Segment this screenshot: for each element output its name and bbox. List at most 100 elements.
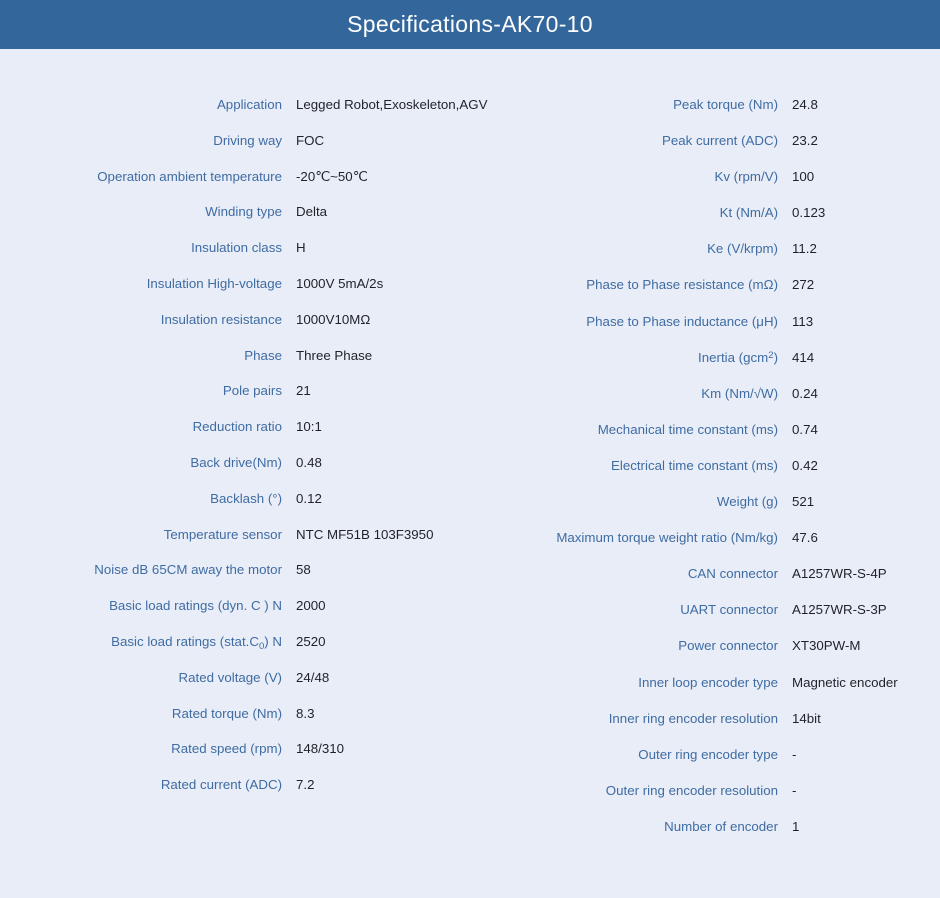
spec-row: UART connector A1257WR-S-3P — [480, 602, 940, 638]
spec-value: 47.6 — [792, 530, 818, 546]
page-title: Specifications-AK70-10 — [347, 11, 593, 37]
spec-row: Inertia (gcm2) 414 — [480, 350, 940, 386]
spec-row: Back drive(Nm) 0.48 — [0, 455, 480, 491]
spec-label: Operation ambient temperature — [97, 168, 282, 184]
specifications-page: Specifications-AK70-10 Application Legged… — [0, 0, 940, 898]
spec-label: Application — [216, 97, 282, 112]
spec-label: Mechanical time constant (ms) — [597, 421, 778, 437]
spec-label: Kt (Nm/A) — [719, 205, 778, 221]
spec-value: -20℃~50℃ — [296, 168, 368, 184]
spec-row: Number of encoder 1 — [480, 819, 940, 855]
spec-row: Power connector XT30PW-M — [480, 638, 940, 674]
spec-value: 23.2 — [792, 133, 818, 149]
spec-label: Winding type — [205, 204, 282, 220]
spec-label: Inertia (gcm2) — [698, 349, 778, 365]
spec-value: - — [792, 782, 797, 798]
spec-value: Legged Robot,Exoskeleton,AGV — [296, 97, 488, 112]
spec-row: Peak current (ADC) 23.2 — [480, 133, 940, 169]
spec-value: 2000 — [296, 598, 326, 614]
spec-label: CAN connector — [687, 566, 778, 582]
spec-value: A1257WR-S-4P — [792, 566, 887, 582]
spec-row: Rated speed (rpm) 148/310 — [0, 741, 480, 777]
specifications-table: Application Legged Robot,Exoskeleton,AGV D… — [0, 49, 940, 898]
spec-label: Back drive(Nm) — [190, 454, 282, 470]
spec-value: 2520 — [296, 633, 326, 649]
spec-label: Inner ring encoder resolution — [608, 710, 778, 726]
spec-label: Rated current (ADC) — [160, 777, 282, 793]
spec-label: Pole pairs — [222, 383, 282, 399]
spec-value: 10:1 — [296, 419, 322, 435]
spec-label: Outer ring encoder type — [638, 746, 778, 762]
spec-row: Backlash (°) 0.12 — [0, 491, 480, 527]
spec-value: - — [792, 746, 797, 762]
spec-value: NTC MF51B 103F3950 — [296, 526, 434, 542]
spec-row: Winding type Delta — [0, 204, 480, 240]
spec-row: Phase to Phase resistance (mΩ) 272 — [480, 277, 940, 313]
spec-row: Application Legged Robot,Exoskeleton,AGV — [0, 97, 488, 133]
spec-value: 1000V 5mA/2s — [296, 275, 384, 291]
spec-label: Rated speed (rpm) — [171, 741, 282, 757]
spec-row: Rated torque (Nm) 8.3 — [0, 706, 480, 742]
spec-row: Phase Three Phase — [0, 348, 480, 384]
spec-row: Outer ring encoder type - — [480, 747, 940, 783]
spec-label: Rated voltage (V) — [178, 669, 282, 685]
spec-value: 1000V10MΩ — [296, 311, 371, 327]
spec-row: Peak torque (Nm) 24.8 — [480, 97, 940, 133]
spec-label: Temperature sensor — [163, 526, 282, 542]
spec-value: Magnetic encoder — [792, 674, 898, 690]
spec-value: 58 — [296, 562, 311, 578]
spec-label: Phase to Phase resistance (mΩ) — [586, 277, 778, 293]
spec-row: Rated current (ADC) 7.2 — [0, 777, 480, 813]
spec-label: Maximum torque weight ratio (Nm/kg) — [556, 530, 778, 546]
spec-value: 8.3 — [296, 705, 315, 721]
spec-row: Noise dB 65CM away the motor 58 — [0, 562, 480, 598]
spec-label: UART connector — [680, 602, 778, 618]
spec-label: Outer ring encoder resolution — [605, 782, 778, 798]
spec-value: 414 — [792, 349, 815, 365]
spec-label: Km (Nm/√W) — [701, 385, 778, 401]
spec-value: 21 — [296, 383, 311, 399]
spec-row: CAN connector A1257WR-S-4P — [480, 566, 940, 602]
spec-row: Kv (rpm/V) 100 — [480, 169, 940, 205]
spec-value: 14bit — [792, 710, 821, 726]
spec-row: Basic load ratings (dyn. C ) N 2000 — [0, 598, 480, 634]
spec-label: Inner loop encoder type — [638, 674, 778, 690]
spec-label: Backlash (°) — [210, 490, 282, 506]
spec-row: Temperature sensor NTC MF51B 103F3950 — [0, 527, 480, 563]
spec-row: Ke (V/krpm) 11.2 — [480, 241, 940, 277]
spec-row: Kt (Nm/A) 0.123 — [480, 205, 940, 241]
spec-label: Power connector — [678, 638, 778, 654]
spec-value: Three Phase — [296, 347, 373, 363]
spec-row: Km (Nm/√W) 0.24 — [480, 386, 940, 422]
spec-value: 148/310 — [296, 741, 345, 757]
spec-row: Basic load ratings (stat.C0) N 2520 — [0, 634, 480, 670]
spec-label: Driving way — [213, 132, 282, 148]
spec-label: Ke (V/krpm) — [707, 241, 778, 257]
spec-value: 0.74 — [792, 421, 818, 437]
spec-label: Insulation High-voltage — [146, 275, 282, 291]
spec-value: 11.2 — [792, 241, 817, 257]
spec-value: XT30PW-M — [792, 638, 861, 654]
spec-row: Mechanical time constant (ms) 0.74 — [480, 422, 940, 458]
right-spec-column: Peak torque (Nm) 24.8 Peak current (ADC) 23… — [480, 97, 940, 898]
spec-row: Outer ring encoder resolution - — [480, 783, 940, 819]
spec-value: 521 — [792, 494, 815, 510]
spec-row: Inner ring encoder resolution 14bit — [480, 711, 940, 747]
spec-label: Insulation class — [191, 240, 282, 256]
spec-value: 0.42 — [792, 457, 818, 473]
spec-label: Kv (rpm/V) — [714, 169, 778, 185]
spec-row: Reduction ratio 10:1 — [0, 419, 480, 455]
spec-value: 1 — [792, 818, 800, 834]
spec-label: Insulation resistance — [160, 311, 282, 327]
spec-label: Peak torque (Nm) — [673, 97, 778, 112]
spec-value: H — [296, 240, 306, 256]
spec-label: Noise dB 65CM away the motor — [94, 562, 282, 578]
spec-row: Maximum torque weight ratio (Nm/kg) 47.6 — [480, 530, 940, 566]
spec-label: Basic load ratings (stat.C0) N — [111, 633, 282, 652]
spec-row: Electrical time constant (ms) 0.42 — [480, 458, 940, 494]
spec-row: Operation ambient temperature -20℃~50℃ — [0, 169, 480, 205]
spec-value: 272 — [792, 277, 815, 293]
title-bar: Specifications-AK70-10 — [0, 0, 940, 49]
spec-value: 0.24 — [792, 385, 818, 401]
spec-value: A1257WR-S-3P — [792, 602, 887, 618]
